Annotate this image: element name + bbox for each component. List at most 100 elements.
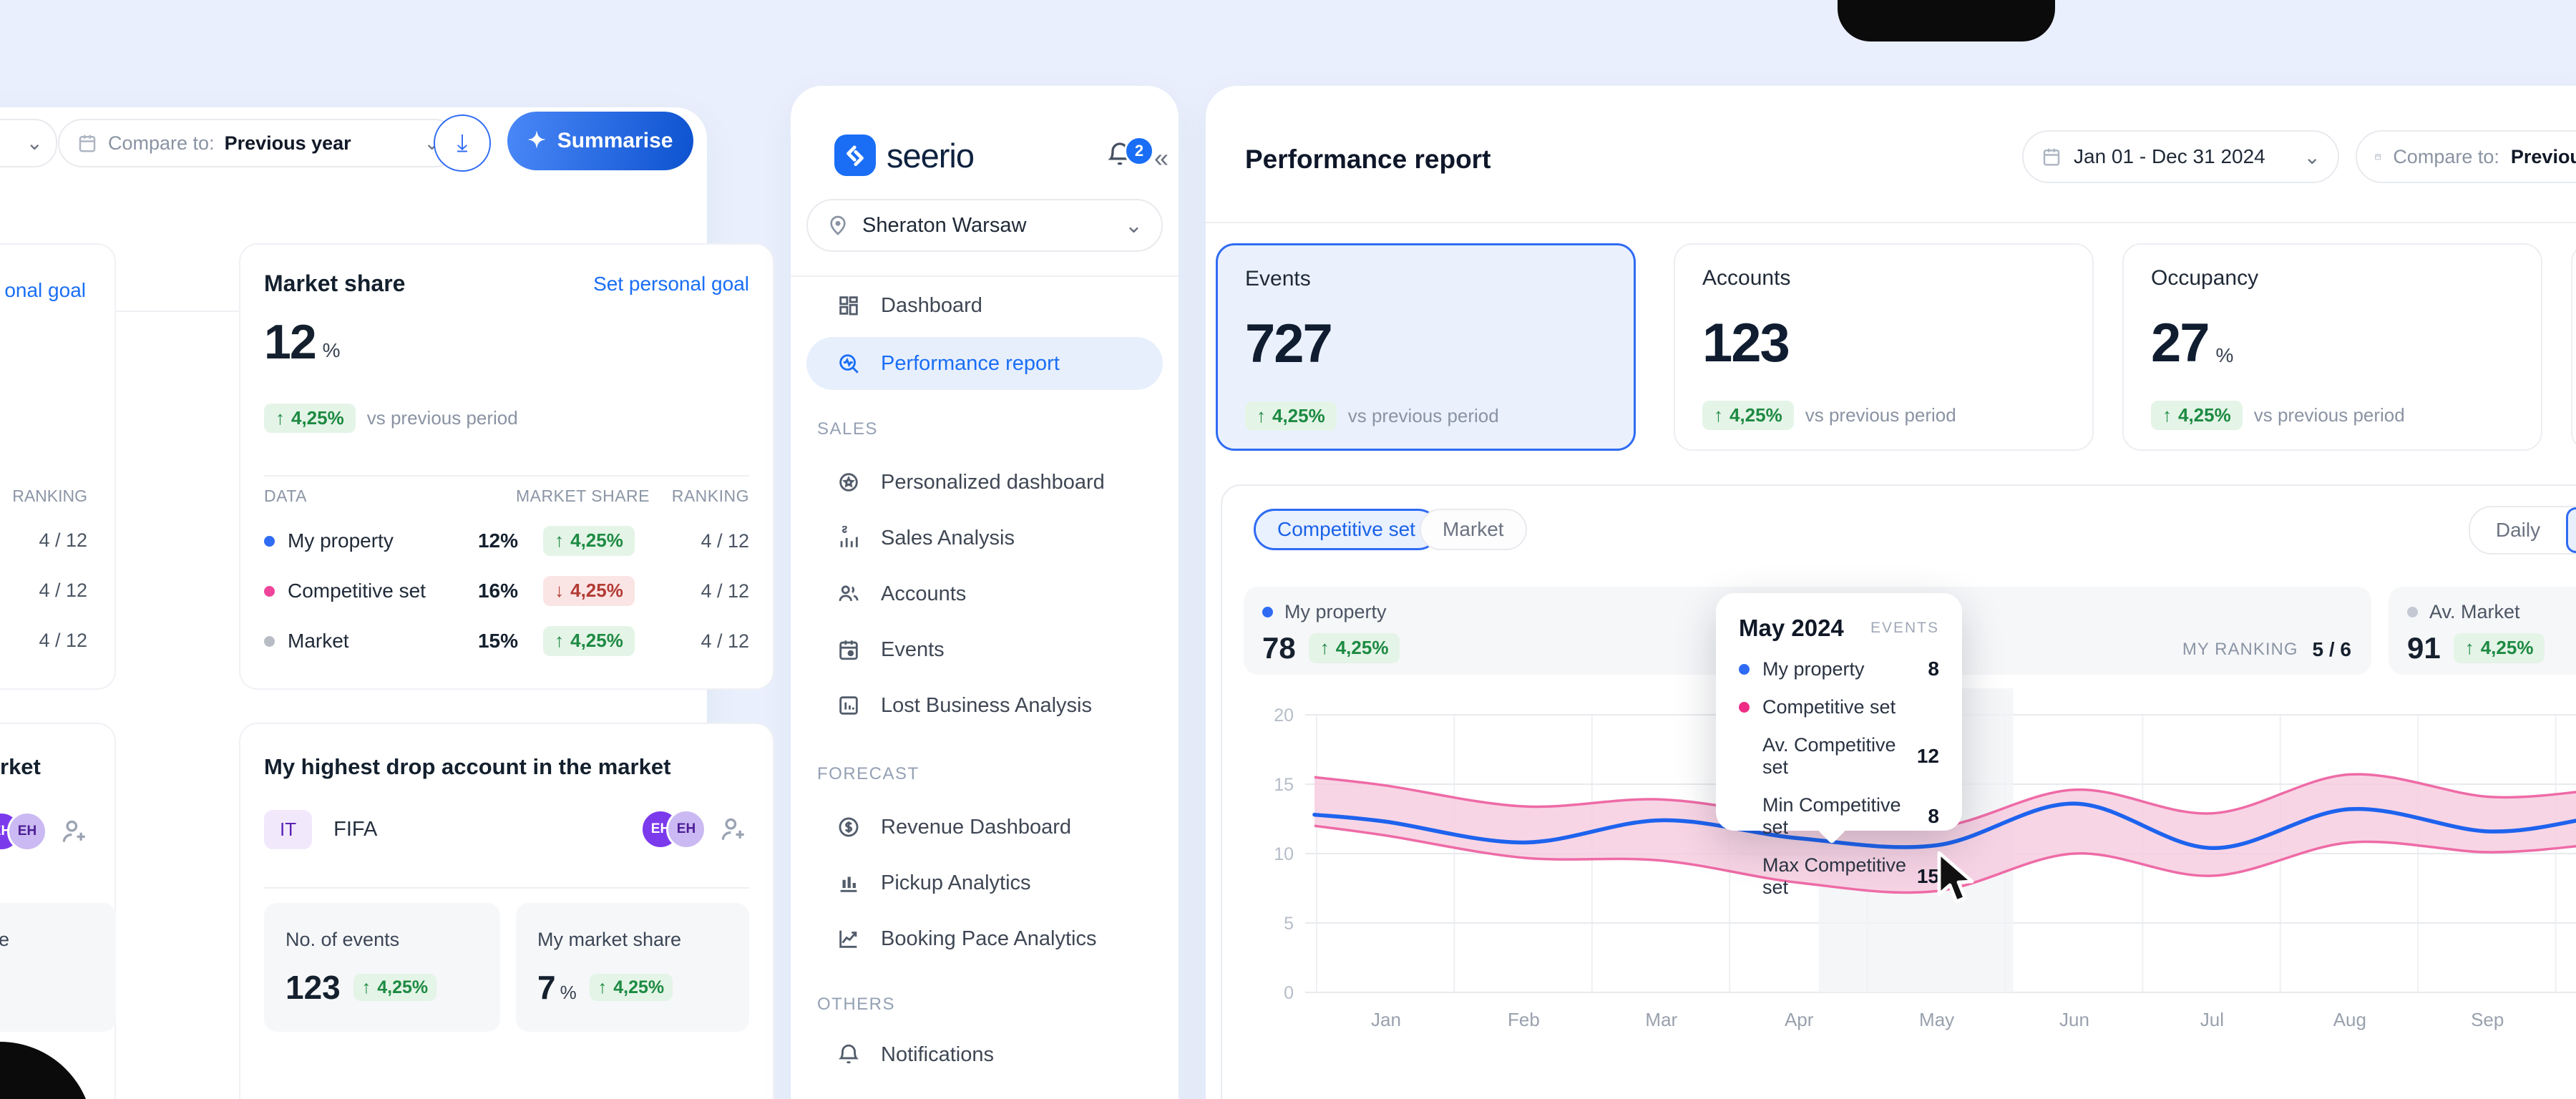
kpi-card-accounts[interactable]: Accounts 123 ↑4,25% vs previous period bbox=[1674, 243, 2094, 451]
avatar: EH bbox=[7, 811, 47, 851]
mouse-cursor bbox=[1936, 851, 1979, 912]
granularity-monthly[interactable]: Mo bbox=[2566, 507, 2576, 553]
account-name: FIFA bbox=[333, 818, 377, 841]
notification-count-badge: 2 bbox=[1124, 136, 1154, 166]
svg-text:5: 5 bbox=[1284, 914, 1294, 934]
tooltip-row: Max Competitive set 15 bbox=[1739, 854, 1939, 899]
seerio-logo-icon bbox=[834, 135, 876, 176]
svg-text:Jan: Jan bbox=[1371, 1009, 1401, 1030]
trend-up-icon: ↑ bbox=[1257, 405, 1266, 427]
trend-up-icon: ↑ bbox=[1320, 637, 1330, 659]
section-header-forecast: FORECAST bbox=[817, 764, 919, 784]
partial-dropdown[interactable]: ⌄ bbox=[0, 119, 57, 167]
tab-competitive-set[interactable]: Competitive set bbox=[1254, 509, 1439, 550]
summarise-label: Summarise bbox=[557, 129, 673, 153]
calendar-icon bbox=[2041, 146, 2062, 167]
revenue-dollar-icon bbox=[836, 815, 862, 839]
events-calendar-icon bbox=[836, 638, 862, 662]
stat-box-partial: e bbox=[0, 903, 116, 1032]
calendar-icon bbox=[2374, 146, 2381, 167]
table-row: My property 12% ↑4,25% 4 / 12 bbox=[264, 521, 749, 561]
property-name: Sheraton Warsaw bbox=[862, 214, 1026, 238]
collapse-sidebar-icon[interactable]: « bbox=[1154, 143, 1169, 173]
delta-badge: ↑4,25% bbox=[264, 404, 356, 433]
sidebar-item-revenue-dashboard[interactable]: Revenue Dashboard bbox=[836, 810, 1071, 844]
set-personal-goal-link[interactable]: Set personal goal bbox=[593, 273, 749, 295]
market-share-card: Market share Set personal goal 12 % ↑4,2… bbox=[239, 243, 774, 690]
kpi-card-occupancy[interactable]: Occupancy 27% ↑4,25% vs previous period bbox=[2122, 243, 2542, 451]
tooltip-title: May 2024 bbox=[1739, 615, 1844, 642]
summarise-button[interactable]: ✦ Summarise bbox=[507, 112, 693, 170]
compare-to-dropdown[interactable]: Compare to: Previous year bbox=[2356, 130, 2576, 183]
accounts-people-icon bbox=[836, 582, 862, 606]
sidebar-item-sales-analysis[interactable]: Sales Analysis bbox=[836, 521, 1015, 555]
tooltip-unit-label: EVENTS bbox=[1870, 620, 1939, 637]
sidebar-item-personalized-dashboard[interactable]: Personalized dashboard bbox=[836, 465, 1105, 499]
download-button[interactable]: ⤓ bbox=[434, 114, 491, 172]
market-dot bbox=[264, 636, 275, 647]
competitive-set-dot bbox=[264, 586, 275, 597]
sales-analysis-icon bbox=[836, 526, 862, 550]
ranking-value: 4 / 12 bbox=[39, 529, 87, 552]
set-personal-goal-link-partial[interactable]: onal goal bbox=[4, 279, 86, 302]
vs-previous-label: vs previous period bbox=[367, 407, 518, 429]
property-selector[interactable]: Sheraton Warsaw ⌄ bbox=[806, 199, 1163, 252]
svg-text:Sep: Sep bbox=[2471, 1009, 2504, 1030]
trend-up-icon: ↑ bbox=[1714, 404, 1723, 426]
app-screen: ⌄ Compare to: Previous year ⌄ ⤓ ✦ Summar… bbox=[0, 0, 2576, 1099]
date-range-dropdown[interactable]: Jan 01 - Dec 31 2024 ⌄ bbox=[2022, 130, 2339, 183]
download-icon: ⤓ bbox=[457, 131, 467, 155]
chart-tooltip: May 2024 EVENTS My property 8 Competitiv… bbox=[1716, 593, 1962, 831]
brand-wordmark: seerio bbox=[887, 136, 974, 175]
compare-to-dropdown[interactable]: Compare to: Previous year ⌄ bbox=[58, 119, 459, 167]
location-pin-icon bbox=[826, 214, 849, 237]
svg-text:0: 0 bbox=[1284, 983, 1294, 1003]
svg-text:Jun: Jun bbox=[2059, 1009, 2089, 1030]
page-title: Performance report bbox=[1245, 145, 1491, 175]
sidebar-item-dashboard[interactable]: Dashboard bbox=[836, 288, 982, 323]
tab-market[interactable]: Market bbox=[1420, 509, 1527, 550]
date-range-value: Jan 01 - Dec 31 2024 bbox=[2074, 145, 2265, 168]
ranking-value: 4 / 12 bbox=[39, 630, 87, 652]
tooltip-row: Competitive set bbox=[1739, 696, 1939, 718]
table-header: DATA MARKET SHARE RANKING bbox=[264, 487, 749, 506]
my-ranking-label: MY RANKING bbox=[2182, 640, 2298, 660]
add-person-icon[interactable] bbox=[718, 814, 749, 845]
sidebar-item-performance-report[interactable]: Performance report bbox=[806, 337, 1163, 390]
partial-goal-card: onal goal RANKING 4 / 12 4 / 12 4 / 12 bbox=[0, 243, 116, 690]
av-market-dot bbox=[2407, 607, 2418, 617]
stat-box-events: No. of events 123 ↑4,25% bbox=[264, 903, 500, 1032]
sidebar-item-pickup-analytics[interactable]: Pickup Analytics bbox=[836, 866, 1031, 900]
av-market-stat-panel: Av. Market 91 ↑4,25% bbox=[2389, 587, 2576, 675]
tooltip-row: Min Competitive set 8 bbox=[1739, 794, 1939, 839]
sidebar-item-accounts[interactable]: Accounts bbox=[836, 577, 966, 611]
granularity-toggle[interactable]: Daily Mo bbox=[2469, 506, 2576, 555]
avatar-group: EH EH bbox=[0, 811, 90, 851]
industry-tag: IT bbox=[264, 810, 312, 849]
add-person-icon[interactable] bbox=[59, 816, 90, 847]
ranking-header: RANKING bbox=[12, 487, 87, 506]
sidebar-item-notifications[interactable]: Notifications bbox=[836, 1037, 994, 1072]
section-header-sales: SALES bbox=[817, 419, 878, 439]
compare-value: Previous year bbox=[2511, 146, 2576, 168]
compare-label: Compare to: bbox=[108, 132, 215, 155]
performance-report-icon bbox=[836, 351, 862, 376]
sidebar-item-lost-business[interactable]: Lost Business Analysis bbox=[836, 688, 1092, 723]
my-ranking-value: 5 / 6 bbox=[2313, 638, 2351, 661]
sidebar-item-booking-pace[interactable]: Booking Pace Analytics bbox=[836, 922, 1096, 956]
sidebar-item-events[interactable]: Events bbox=[836, 632, 945, 667]
svg-text:Feb: Feb bbox=[1508, 1009, 1540, 1030]
stat-box-market-share: My market share 7% ↑4,25% bbox=[516, 903, 749, 1032]
left-toolbar: ⌄ Compare to: Previous year ⌄ ⤓ ✦ Summar… bbox=[0, 112, 707, 197]
divider bbox=[264, 887, 749, 889]
granularity-daily[interactable]: Daily bbox=[2470, 507, 2566, 553]
kpi-card-partial[interactable] bbox=[2571, 243, 2576, 451]
svg-text:Aug: Aug bbox=[2333, 1009, 2366, 1030]
kpi-card-events[interactable]: Events 727 ↑4,25% vs previous period bbox=[1216, 243, 1636, 451]
avatar-group: EH EH bbox=[640, 809, 706, 849]
bell-icon bbox=[836, 1042, 862, 1067]
card-title-partial: rket bbox=[0, 754, 41, 780]
trend-down-icon: ↓ bbox=[555, 580, 564, 602]
section-header-others: OTHERS bbox=[817, 995, 895, 1015]
trend-up-icon: ↑ bbox=[2465, 637, 2474, 659]
